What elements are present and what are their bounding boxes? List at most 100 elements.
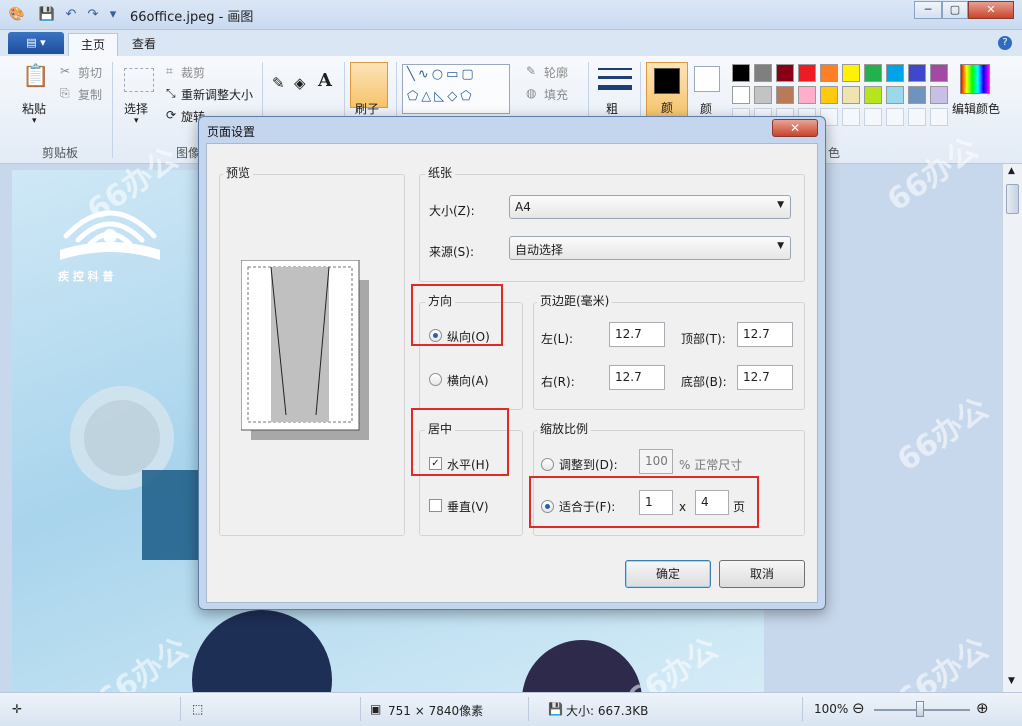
fill-button[interactable]: 填充: [544, 86, 568, 103]
color-swatch[interactable]: [732, 86, 750, 104]
edit-colors-button[interactable]: 编辑颜色: [952, 100, 1000, 117]
custom-color-slot[interactable]: [886, 108, 904, 126]
copy-icon[interactable]: ⎘: [60, 86, 70, 101]
cut-button[interactable]: 剪切: [78, 64, 102, 81]
ok-button[interactable]: 确定: [625, 560, 711, 588]
color-swatch[interactable]: [798, 86, 816, 104]
margin-top-input[interactable]: 12.7: [737, 322, 793, 347]
highlight-box: [411, 284, 503, 346]
color-swatch[interactable]: [776, 86, 794, 104]
custom-color-slot[interactable]: [864, 108, 882, 126]
paste-dropdown-icon[interactable]: ▾: [32, 116, 37, 126]
color-swatch[interactable]: [886, 64, 904, 82]
color-swatch[interactable]: [776, 64, 794, 82]
paper-size-select[interactable]: A4 ▼: [509, 195, 791, 219]
select-button[interactable]: 选择: [124, 100, 148, 117]
color-swatch[interactable]: [798, 64, 816, 82]
color-swatch[interactable]: [732, 64, 750, 82]
title-bar: 🎨 💾 ↶ ↷ ▾ 66office.jpeg - 画图 ─ ▢ ✕: [0, 0, 1022, 30]
margin-right-input[interactable]: 12.7: [609, 365, 665, 390]
color-swatch[interactable]: [820, 86, 838, 104]
margin-top-label: 顶部(T):: [681, 332, 726, 346]
scroll-up-icon[interactable]: ▲: [1008, 166, 1015, 176]
dialog-close-button[interactable]: ✕: [772, 119, 818, 137]
crop-button[interactable]: 裁剪: [181, 64, 205, 81]
resize-button[interactable]: 重新调整大小: [181, 86, 253, 103]
fill-bucket-icon[interactable]: ◈: [294, 74, 306, 92]
adjust-to-label[interactable]: 调整到(D):: [559, 456, 618, 473]
color-swatch[interactable]: [754, 64, 772, 82]
shape-row-icons[interactable]: ╲∿○▭▢: [407, 67, 477, 82]
outline-icon[interactable]: ✎: [526, 64, 536, 78]
custom-color-slot[interactable]: [842, 108, 860, 126]
paste-icon[interactable]: 📋: [22, 64, 49, 89]
color-swatch[interactable]: [842, 86, 860, 104]
rotate-icon[interactable]: ⟳: [166, 108, 176, 122]
custom-color-slot[interactable]: [930, 108, 948, 126]
save-icon[interactable]: 💾: [38, 6, 56, 24]
zoom-out-icon[interactable]: ⊖: [852, 699, 865, 717]
paste-button[interactable]: 粘贴: [22, 100, 46, 117]
customize-toolbar-icon[interactable]: ▾: [104, 6, 122, 24]
minimize-button[interactable]: ─: [914, 1, 942, 19]
color-swatch[interactable]: [908, 64, 926, 82]
chevron-down-icon: ▼: [777, 241, 784, 251]
select-icon[interactable]: [124, 68, 154, 92]
scroll-thumb[interactable]: [1006, 184, 1019, 214]
edit-colors-icon[interactable]: [960, 64, 990, 94]
select-dropdown-icon[interactable]: ▾: [134, 116, 139, 126]
custom-color-slot[interactable]: [908, 108, 926, 126]
color-swatch[interactable]: [908, 86, 926, 104]
tab-view[interactable]: 查看: [120, 33, 168, 56]
image-group-label: 图像: [176, 146, 201, 160]
cancel-button[interactable]: 取消: [719, 560, 805, 588]
vertical-label[interactable]: 垂直(V): [447, 498, 489, 515]
adjust-to-radio[interactable]: [541, 458, 554, 471]
size-button[interactable]: 粗: [606, 100, 618, 117]
redo-icon[interactable]: ↷: [84, 6, 102, 24]
paper-size-value: A4: [515, 200, 531, 214]
zoom-slider-thumb[interactable]: [916, 701, 924, 717]
color-swatch[interactable]: [930, 64, 948, 82]
margin-bottom-input[interactable]: 12.7: [737, 365, 793, 390]
tab-home[interactable]: 主页: [68, 33, 119, 56]
color2-label[interactable]: 颜: [700, 100, 712, 117]
zoom-in-icon[interactable]: ⊕: [976, 699, 989, 717]
vertical-checkbox[interactable]: [429, 499, 442, 512]
outline-button[interactable]: 轮廓: [544, 64, 568, 81]
size-line-icon: [598, 68, 632, 70]
paper-source-select[interactable]: 自动选择 ▼: [509, 236, 791, 260]
color-swatch[interactable]: [864, 86, 882, 104]
maximize-button[interactable]: ▢: [942, 1, 968, 19]
help-icon[interactable]: ?: [998, 36, 1012, 50]
vertical-scrollbar[interactable]: ▲ ▼: [1002, 164, 1022, 692]
adjust-to-input[interactable]: 100: [639, 449, 673, 474]
color-swatch[interactable]: [886, 86, 904, 104]
shapes-gallery[interactable]: ╲∿○▭▢ ⬠△◺◇⬠: [402, 64, 510, 114]
crop-icon[interactable]: ⌗: [166, 64, 173, 79]
color2-swatch[interactable]: [694, 66, 720, 92]
color-swatch[interactable]: [930, 86, 948, 104]
landscape-label[interactable]: 横向(A): [447, 372, 489, 389]
brush-button[interactable]: 刷子: [355, 100, 379, 117]
color-swatch[interactable]: [842, 64, 860, 82]
color1-selector[interactable]: 颜: [646, 62, 688, 118]
text-tool-icon[interactable]: A: [318, 70, 332, 91]
close-button[interactable]: ✕: [968, 1, 1014, 19]
scroll-down-icon[interactable]: ▼: [1008, 676, 1015, 686]
shape-row-icons[interactable]: ⬠△◺◇⬠: [407, 89, 475, 104]
color-swatch[interactable]: [754, 86, 772, 104]
file-menu-button[interactable]: ▤ ▾: [8, 32, 64, 54]
resize-icon[interactable]: ⤡: [166, 86, 176, 101]
margin-left-input[interactable]: 12.7: [609, 322, 665, 347]
pencil-icon[interactable]: ✎: [272, 74, 285, 92]
landscape-radio[interactable]: [429, 373, 442, 386]
margins-title: 页边距(毫米): [537, 292, 613, 309]
divider: [112, 62, 113, 158]
color-swatch[interactable]: [820, 64, 838, 82]
cut-icon[interactable]: ✂: [60, 64, 70, 78]
undo-icon[interactable]: ↶: [62, 6, 80, 24]
copy-button[interactable]: 复制: [78, 86, 102, 103]
fill-icon[interactable]: ◍: [526, 86, 536, 100]
color-swatch[interactable]: [864, 64, 882, 82]
